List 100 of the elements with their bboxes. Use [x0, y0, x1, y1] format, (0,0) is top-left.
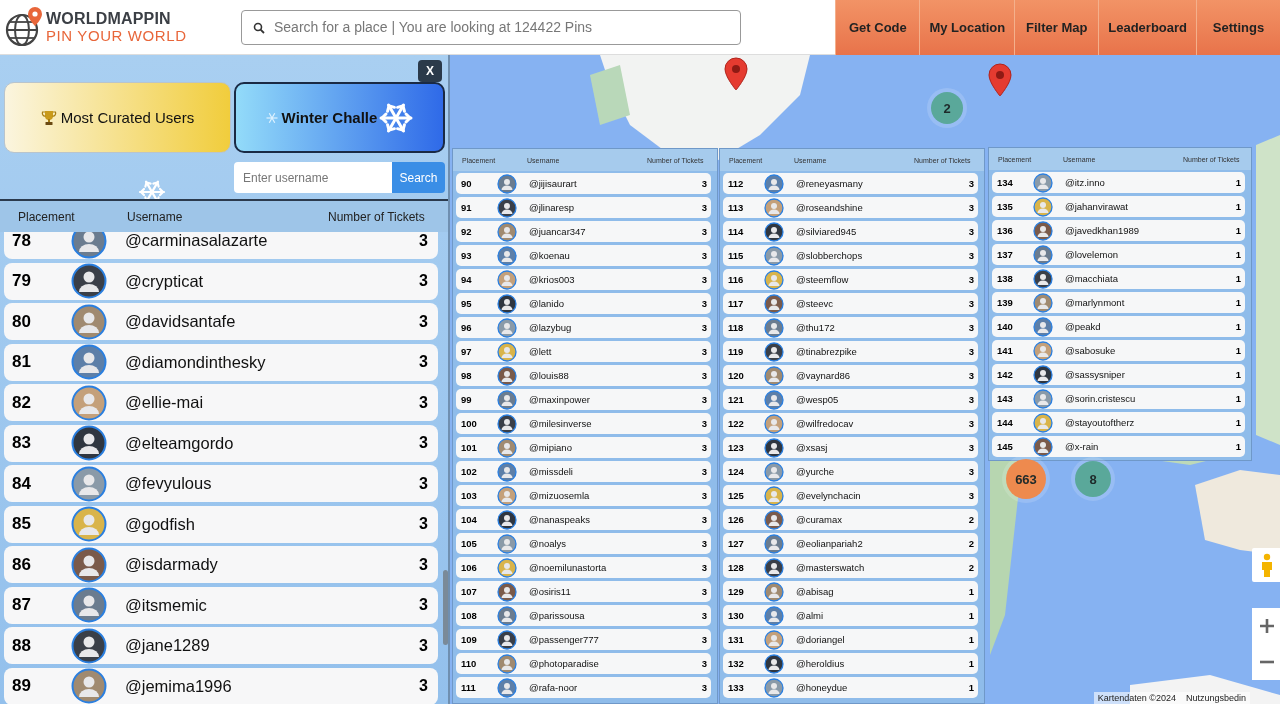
map-pin-icon[interactable] — [988, 63, 1012, 97]
nav-button[interactable]: Get Code — [835, 0, 920, 55]
map-pin-icon[interactable] — [724, 57, 748, 91]
avatar — [497, 653, 517, 674]
scrollbar[interactable] — [443, 570, 448, 645]
username: @mizuosemla — [529, 490, 591, 501]
username: @isdarmady — [125, 555, 219, 574]
username: @lovelemon — [1065, 249, 1119, 260]
username: @javedkhan1989 — [1065, 225, 1141, 236]
ticket-count: 3 — [701, 538, 708, 549]
avatar — [764, 293, 784, 314]
username: @marlynmont — [1065, 297, 1126, 308]
ticket-count: 1 — [1235, 249, 1242, 260]
placement-number: 94 — [460, 274, 473, 285]
globe-pin-icon — [4, 6, 44, 48]
placement-number: 145 — [996, 441, 1014, 452]
username: @doriangel — [796, 634, 846, 645]
tab[interactable]: Most Curated Users — [4, 82, 231, 153]
ticket-count: 3 — [701, 490, 708, 501]
avatar — [764, 461, 784, 482]
ticket-count: 1 — [1235, 441, 1242, 452]
avatar — [497, 317, 517, 338]
logo-tagline: PIN YOUR WORLD — [46, 27, 187, 44]
username: @itz.inno — [1065, 177, 1106, 188]
username: @heroldius — [796, 658, 846, 669]
tab[interactable]: Winter Challe — [233, 82, 445, 153]
avatar — [1033, 340, 1053, 361]
username: @rafa-noor — [529, 682, 579, 693]
username: @louis88 — [529, 370, 570, 381]
avatar — [497, 461, 517, 482]
avatar — [764, 245, 784, 266]
placement-number: 132 — [727, 658, 745, 669]
terms-link[interactable]: Nutzungsbedin — [1185, 693, 1246, 703]
ticket-count: 3 — [968, 178, 975, 189]
username: @stayoutoftherz — [1065, 417, 1136, 428]
placement-number: 127 — [727, 538, 745, 549]
ticket-count: 3 — [968, 490, 975, 501]
placement-number: 97 — [460, 346, 473, 357]
placement-number: 120 — [727, 370, 745, 381]
username: @tinabrezpike — [796, 346, 858, 357]
avatar — [71, 344, 107, 380]
snowflake-icon — [265, 111, 278, 124]
nav-button[interactable]: Settings — [1196, 0, 1280, 55]
ticket-count: 1 — [968, 658, 975, 669]
placement-number: 138 — [996, 273, 1014, 284]
username: @steevc — [796, 298, 835, 309]
ticket-count: 3 — [701, 514, 708, 525]
ticket-count: 3 — [419, 555, 429, 574]
avatar — [764, 485, 784, 506]
placement-number: 83 — [11, 433, 32, 453]
ticket-count: 3 — [419, 474, 429, 493]
ticket-count: 3 — [701, 658, 708, 669]
placement-number: 136 — [996, 225, 1014, 236]
ticket-count: 3 — [968, 370, 975, 381]
placement-number: 101 — [460, 442, 478, 453]
ticket-count: 3 — [968, 226, 975, 237]
username: @sorin.cristescu — [1065, 393, 1137, 404]
avatar — [764, 173, 784, 194]
search-field[interactable]: Search for a place | You are looking at 124422 Pins — [241, 9, 741, 45]
nav-button[interactable]: Leaderboard — [1098, 0, 1196, 55]
ticket-count: 3 — [701, 178, 708, 189]
ticket-count: 3 — [701, 322, 708, 333]
username-field[interactable]: Enter username — [234, 162, 392, 193]
placement-number: 89 — [11, 676, 32, 696]
ticket-count: 3 — [701, 442, 708, 453]
ticket-count: 3 — [419, 636, 429, 655]
username: @carminasalazarte — [125, 232, 269, 250]
ticket-count: 2 — [968, 562, 975, 573]
ticket-count: 3 — [968, 250, 975, 261]
username: @silviared945 — [796, 226, 858, 237]
ticket-count: 3 — [701, 586, 708, 597]
ticket-count: 3 — [701, 274, 708, 285]
username: @noalys — [529, 538, 568, 549]
avatar — [497, 389, 517, 410]
placement-number: 125 — [727, 490, 745, 501]
placement-number: 133 — [727, 682, 745, 693]
ticket-count: 3 — [701, 418, 708, 429]
minus-icon — [1259, 660, 1275, 664]
avatar — [764, 533, 784, 554]
search-button[interactable]: Search — [392, 162, 445, 193]
person-icon — [1260, 553, 1274, 577]
ticket-count: 3 — [968, 418, 975, 429]
ticket-count: 3 — [968, 274, 975, 285]
avatar — [764, 605, 784, 626]
placement-number: 141 — [996, 345, 1014, 356]
placement-number: 128 — [727, 562, 745, 573]
username: @sassysniper — [1065, 369, 1126, 380]
nav-button[interactable]: Filter Map — [1014, 0, 1099, 55]
username: @noemilunastorta — [529, 562, 608, 573]
placement-number: 79 — [11, 271, 32, 291]
username: @steemflow — [796, 274, 850, 285]
close-button[interactable]: X — [418, 60, 442, 82]
avatar — [497, 293, 517, 314]
placement-number: 134 — [996, 177, 1014, 188]
nav-button[interactable]: My Location — [919, 0, 1015, 55]
placement-number: 91 — [460, 202, 473, 213]
avatar — [764, 365, 784, 386]
placement-number: 107 — [460, 586, 478, 597]
avatar — [497, 365, 517, 386]
placement-number: 118 — [727, 322, 745, 333]
